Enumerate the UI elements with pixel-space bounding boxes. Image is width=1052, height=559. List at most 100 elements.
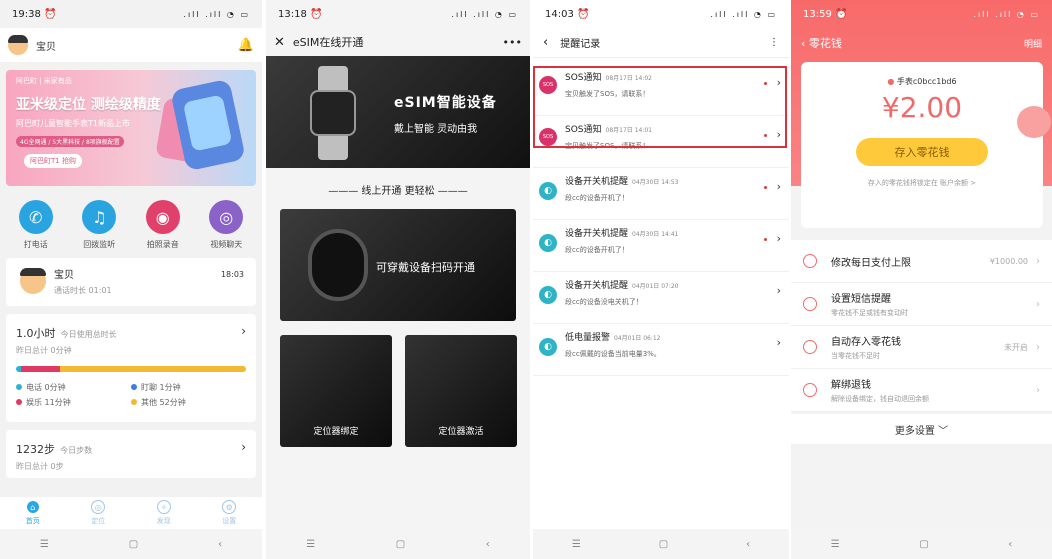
reminder-title-line: 设备开关机提醒 04月30日 14:41 — [565, 226, 783, 239]
chevron-right-icon[interactable]: › — [777, 336, 781, 349]
menu-icon[interactable]: ☰ — [572, 539, 581, 550]
reminder-row[interactable]: ◐ 设备开关机提醒 04月01日 07:20 段cc的设备没电关机了！ › — [533, 272, 789, 324]
more-settings-button[interactable]: 更多设置 ﹀ — [791, 414, 1052, 444]
settings-item-text: 解绑退钱 解除设备绑定，钱自动退回余额 — [831, 376, 1028, 404]
settings-item-title: 解绑退钱 — [831, 380, 871, 391]
home-button-icon[interactable]: ▢ — [659, 539, 668, 550]
signal-icons: .ıll .ıll ◔ ▭ — [451, 9, 518, 19]
headphones-icon: ♫ — [82, 200, 117, 234]
settings-item-subtitle: 零花钱不足或钱有变动时 — [831, 309, 908, 317]
piggy-icon — [803, 340, 817, 354]
status-time: 13:18 ⏰ — [278, 8, 323, 20]
reminder-time: 04月30日 14:41 — [632, 231, 679, 238]
reminder-title: 低电量报警 — [565, 333, 611, 343]
phone-pocket-money-screen: 13:59 ⏰ .ıll .ıll ◔ ▭ ‹ 零花钱 明细 ● 手表c0bcc1… — [791, 0, 1052, 559]
chevron-right-icon[interactable]: › — [241, 440, 246, 454]
usage-total: 1.0小时 — [16, 327, 56, 340]
chevron-right-icon[interactable]: › — [777, 128, 781, 141]
system-nav-bar: ☰ ▢ ‹ — [791, 529, 1052, 559]
quick-action-0[interactable]: ✆ 打电话 — [18, 200, 53, 250]
quick-action-label: 视频聊天 — [210, 240, 243, 249]
deposit-note[interactable]: 存入的零花钱将锁定在 账户余额 > — [801, 178, 1043, 188]
back-arrow-icon[interactable]: ‹ — [543, 35, 548, 50]
chevron-right-icon[interactable]: › — [241, 324, 246, 338]
settings-item-text: 修改每日支付上限 — [831, 254, 990, 269]
detail-link[interactable]: 明细 — [1024, 37, 1042, 50]
reminder-message: 段cc的设备开机了！ — [565, 194, 629, 202]
scan-activation-card[interactable]: 可穿戴设备扫码开通 — [280, 209, 516, 321]
locator-activate-card[interactable]: 定位器激活 — [405, 335, 517, 447]
chevron-right-icon[interactable]: › — [777, 180, 781, 193]
reminder-row[interactable]: ◐ 设备开关机提醒 04月30日 14:53 段cc的设备开机了！ › — [533, 168, 789, 220]
home-button-icon[interactable]: ▢ — [396, 539, 405, 550]
tab-home[interactable]: ⌂ 首页 — [25, 500, 40, 526]
steps-total: 1232步 — [16, 443, 55, 456]
hero-subtitle: 戴上智能 灵动由我 — [394, 124, 478, 135]
balance-card: ● 手表c0bcc1bd6 ¥2.00 存入零花钱 存入的零花钱将锁定在 账户余… — [801, 62, 1051, 228]
menu-icon[interactable]: ☰ — [40, 539, 49, 550]
reminders-header: ‹ 提醒记录 ⋮ — [533, 28, 789, 58]
back-arrow-icon[interactable]: ‹ — [801, 37, 805, 50]
unread-dot — [764, 134, 767, 137]
steps-card[interactable]: 1232步 今日步数 昨日总计 0步 › — [6, 430, 256, 478]
quick-action-2[interactable]: ◉ 拍照录音 — [145, 200, 180, 250]
system-nav-bar: ☰ ▢ ‹ — [266, 529, 530, 559]
camera-icon: ◉ — [145, 200, 180, 234]
quick-action-1[interactable]: ♫ 回拨监听 — [82, 200, 117, 250]
reminder-row[interactable]: SOS SOS通知 08月17日 14:01 宝贝触发了SOS，请联系！ › — [533, 116, 789, 168]
reminder-body: SOS通知 08月17日 14:01 宝贝触发了SOS，请联系！ — [565, 122, 783, 151]
back-icon[interactable]: ‹ — [218, 539, 222, 550]
home-button-icon[interactable]: ▢ — [919, 539, 928, 550]
home-button-icon[interactable]: ▢ — [129, 539, 138, 550]
device-icon: ◐ — [539, 338, 557, 356]
close-icon[interactable]: ✕ — [274, 35, 285, 50]
usage-card[interactable]: 1.0小时 今日使用总时长 昨日总计 0分钟 电话 0分钟 盯聊 1分钟 娱乐 11… — [6, 314, 256, 422]
watch-image — [310, 66, 356, 160]
banner-buy-button[interactable]: 阿巴町T1 抢购 — [24, 154, 82, 168]
menu-icon[interactable]: ☰ — [306, 539, 315, 550]
more-icon[interactable]: ••• — [503, 36, 522, 49]
promo-banner[interactable]: 阿巴町 | 米家有品 亚米级定位 测绘级精度 阿巴町儿童智能手表T1新品上市 4… — [6, 70, 256, 186]
locator-bind-card[interactable]: 定位器绑定 — [280, 335, 392, 447]
unread-dot — [764, 82, 767, 85]
reminder-list: SOS SOS通知 08月17日 14:02 宝贝触发了SOS，请联系！ › SOS SOS… — [533, 58, 789, 376]
menu-icon[interactable]: ☰ — [831, 539, 840, 550]
quick-action-3[interactable]: ◎ 视频聊天 — [209, 200, 244, 250]
tab-discover[interactable]: ✧ 发现 — [156, 500, 171, 526]
section-title: 线上开通 更轻松 — [361, 186, 435, 197]
compass-icon: ✧ — [156, 500, 171, 514]
chevron-right-icon: › — [1036, 298, 1040, 310]
bottom-tab-bar: ⌂ 首页 ◎ 定位 ✧ 发现 ⚙ 设置 — [0, 497, 262, 529]
reminder-time: 04月30日 14:53 — [632, 179, 679, 186]
reminder-body: 设备开关机提醒 04月30日 14:53 段cc的设备开机了！ — [565, 174, 783, 203]
avatar[interactable] — [8, 35, 28, 55]
settings-item[interactable]: 解绑退钱 解除设备绑定，钱自动退回余额 › — [791, 369, 1052, 412]
reminder-row[interactable]: ◐ 设备开关机提醒 04月30日 14:41 段cc的设备开机了！ › — [533, 220, 789, 272]
chevron-right-icon[interactable]: › — [777, 232, 781, 245]
call-card[interactable]: 宝贝 通话时长 01:01 18:03 — [6, 258, 256, 306]
gear-icon: ⚙ — [222, 500, 237, 514]
more-icon[interactable]: ⋮ — [769, 37, 779, 48]
home-header: 宝贝 🔔 — [0, 28, 262, 62]
back-icon[interactable]: ‹ — [1008, 539, 1012, 550]
section-divider-title: ——— 线上开通 更轻松 ——— — [328, 186, 468, 197]
chevron-right-icon[interactable]: › — [777, 284, 781, 297]
page-title: eSIM在线开通 — [292, 36, 364, 49]
page-title: 提醒记录 — [560, 39, 601, 50]
settings-item[interactable]: 设置短信提醒 零花钱不足或钱有变动时 › — [791, 283, 1052, 326]
chevron-right-icon[interactable]: › — [777, 76, 781, 89]
tab-settings[interactable]: ⚙ 设置 — [222, 500, 237, 526]
tab-location[interactable]: ◎ 定位 — [91, 500, 106, 526]
hero-title: eSIM智能设备 — [394, 95, 497, 111]
reminder-row[interactable]: SOS SOS通知 08月17日 14:02 宝贝触发了SOS，请联系！ › — [533, 64, 789, 116]
settings-item[interactable]: 修改每日支付上限 ¥1000.00 › — [791, 240, 1052, 283]
back-icon[interactable]: ‹ — [746, 539, 750, 550]
back-icon[interactable]: ‹ — [486, 539, 490, 550]
signal-icons: .ıll .ıll ◔ ▭ — [183, 9, 250, 19]
settings-item[interactable]: 自动存入零花钱 当零花钱不足时 未开启 › — [791, 326, 1052, 369]
reminder-row[interactable]: ◐ 低电量报警 04月01日 06:12 段cc佩戴的设备当前电量3%。 › — [533, 324, 789, 376]
bell-icon[interactable]: 🔔 — [238, 38, 254, 53]
balance-amount: ¥2.00 — [881, 91, 963, 124]
status-time: 19:38 ⏰ — [12, 8, 57, 20]
deposit-button[interactable]: 存入零花钱 — [856, 138, 988, 166]
